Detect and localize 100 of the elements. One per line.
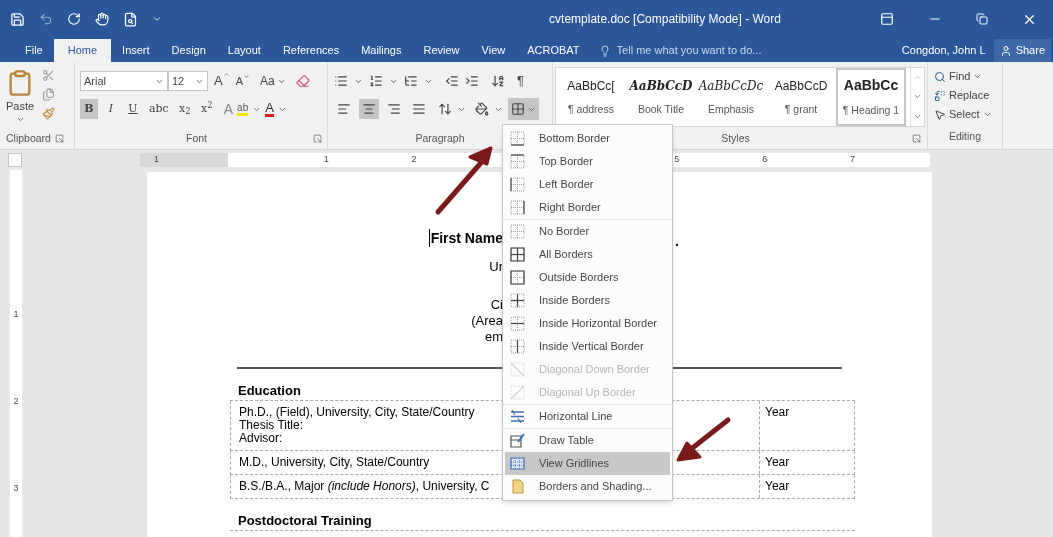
select-button[interactable]: Select xyxy=(934,105,996,124)
table-cell-text: M.D., University, City, State/Country xyxy=(239,456,430,469)
table-cell-text: Year xyxy=(765,479,790,493)
align-right-icon xyxy=(387,102,401,116)
style-item[interactable]: AaBbCcD ¶ grant xyxy=(766,68,836,126)
bullets-icon[interactable] xyxy=(334,74,348,88)
share-button[interactable]: Share xyxy=(993,39,1051,62)
shrink-font-button[interactable]: A xyxy=(235,72,250,90)
replace-button[interactable]: Replace xyxy=(934,86,996,105)
highlight-button[interactable]: ab xyxy=(237,102,249,116)
menu-item[interactable]: Right Border xyxy=(505,196,670,219)
name-heading: . xyxy=(674,233,679,249)
decrease-indent-icon[interactable] xyxy=(445,74,459,88)
find-button[interactable]: Find xyxy=(934,67,996,86)
change-case-button[interactable]: Aa xyxy=(260,72,286,90)
font-color-button[interactable]: A xyxy=(265,101,274,117)
style-item[interactable]: AaBbCcD Book Title xyxy=(626,68,696,126)
ribbon-tab[interactable]: File xyxy=(14,39,54,62)
caret-icon xyxy=(973,72,983,81)
borders-button[interactable] xyxy=(508,98,539,120)
user-name[interactable]: Congdon, John L xyxy=(901,39,986,62)
group-label: Styles xyxy=(721,132,750,144)
ribbon-tab[interactable]: Layout xyxy=(216,39,272,62)
ribbon-tab[interactable]: Insert xyxy=(111,39,161,62)
ribbon-tab[interactable]: Review xyxy=(412,39,471,62)
menu-item[interactable]: Top Border xyxy=(505,150,670,173)
border-grid-icon xyxy=(510,316,525,331)
style-item[interactable]: AaBbCcDc Emphasis xyxy=(696,68,766,126)
annotation-arrow xyxy=(435,146,493,215)
menu-item[interactable]: Borders and Shading... xyxy=(505,475,670,498)
pointer-icon xyxy=(934,108,946,121)
style-item[interactable]: AaBbCc ¶ Heading 1 xyxy=(836,68,906,126)
ribbon-tab[interactable]: References xyxy=(271,39,351,62)
clear-formatting-icon[interactable] xyxy=(295,74,310,88)
ribbon-tab[interactable]: Design xyxy=(160,39,217,62)
format-button[interactable]: x$_{2}$ xyxy=(175,99,194,119)
font-size-field[interactable]: 12 xyxy=(168,71,208,91)
ruler-number: 1 xyxy=(13,310,19,319)
page-icon xyxy=(510,479,525,494)
paste-button[interactable]: Paste xyxy=(6,68,35,131)
menu-item[interactable]: Left Border xyxy=(505,173,670,196)
undo-icon[interactable] xyxy=(39,12,53,26)
menu-item[interactable]: Inside Vertical Border xyxy=(505,335,670,358)
format-painter-icon[interactable] xyxy=(42,107,56,120)
ribbon-tab[interactable]: ACROBAT xyxy=(516,39,591,62)
save-icon[interactable] xyxy=(10,11,25,27)
ruler-number: 3 xyxy=(13,484,19,493)
menu-item[interactable]: Inside Horizontal Border xyxy=(505,312,670,335)
border-grid-icon xyxy=(510,247,525,262)
dialog-launcher-icon[interactable] xyxy=(54,133,64,143)
ruler-number: 7 xyxy=(850,153,856,167)
line-spacing-icon[interactable] xyxy=(438,102,452,116)
menu-item[interactable]: Inside Borders xyxy=(505,289,670,312)
format-button[interactable]: abc xyxy=(146,99,172,119)
dialog-launcher-icon[interactable] xyxy=(313,133,322,143)
justify-icon xyxy=(412,102,426,116)
border-grid-icon xyxy=(510,270,525,285)
ribbon-display-icon[interactable] xyxy=(880,12,894,26)
font-name-field[interactable]: Arial xyxy=(80,71,168,91)
address-line: em xyxy=(484,329,503,345)
ribbon-tab[interactable]: Mailings xyxy=(350,39,413,62)
copy-icon[interactable] xyxy=(42,88,56,101)
style-item[interactable]: AaBbCc[ ¶ address xyxy=(556,68,626,126)
table-cell-text: Ph.D., (Field), University, City, State/Country Thesis Title: Advisor: xyxy=(239,406,475,445)
format-button[interactable]: U xyxy=(124,99,142,119)
menu-item[interactable]: Draw Table xyxy=(505,429,670,452)
align-center-button[interactable] xyxy=(359,99,379,119)
redo-icon[interactable] xyxy=(67,12,81,26)
menu-item[interactable]: All Borders xyxy=(505,243,670,266)
menu-item[interactable]: Horizontal Line xyxy=(505,405,670,428)
menu-item[interactable]: No Border xyxy=(505,220,670,243)
grow-font-button[interactable]: A xyxy=(214,71,230,91)
address-line: Ci xyxy=(490,297,503,313)
annotation-arrow xyxy=(676,417,731,462)
dialog-launcher-icon[interactable] xyxy=(912,133,921,143)
ribbon-tab[interactable]: Home xyxy=(53,39,112,62)
increase-indent-icon[interactable] xyxy=(465,74,479,88)
multilevel-list-icon[interactable] xyxy=(404,74,418,88)
restore-icon[interactable] xyxy=(976,13,988,25)
menu-item[interactable]: Outside Borders xyxy=(505,266,670,289)
cut-icon[interactable] xyxy=(42,69,56,82)
search-icon xyxy=(934,70,946,83)
hand-icon[interactable] xyxy=(95,12,109,26)
ribbon-tab[interactable]: View xyxy=(470,39,517,62)
format-button[interactable]: I xyxy=(102,99,120,119)
show-marks-button[interactable]: ¶ xyxy=(517,71,524,91)
menu-item[interactable]: View Gridlines xyxy=(505,452,670,475)
table-cell-text: B.S./B.A., Major (include Honors), University, C xyxy=(239,480,490,493)
align-left-icon xyxy=(337,102,351,116)
customize-icon[interactable] xyxy=(152,14,162,24)
menu-item[interactable]: Bottom Border xyxy=(505,127,670,150)
sort-icon[interactable] xyxy=(491,74,505,88)
shading-icon[interactable] xyxy=(475,102,489,116)
border-grid-icon xyxy=(510,154,525,169)
tell-me-field[interactable]: Tell me what you want to do... xyxy=(616,42,807,59)
format-button[interactable]: x$^{2}$ xyxy=(197,99,216,119)
format-button[interactable]: B xyxy=(80,99,98,119)
numbering-icon[interactable] xyxy=(369,74,383,88)
print-preview-icon[interactable] xyxy=(123,11,138,27)
borders-icon xyxy=(511,102,525,116)
